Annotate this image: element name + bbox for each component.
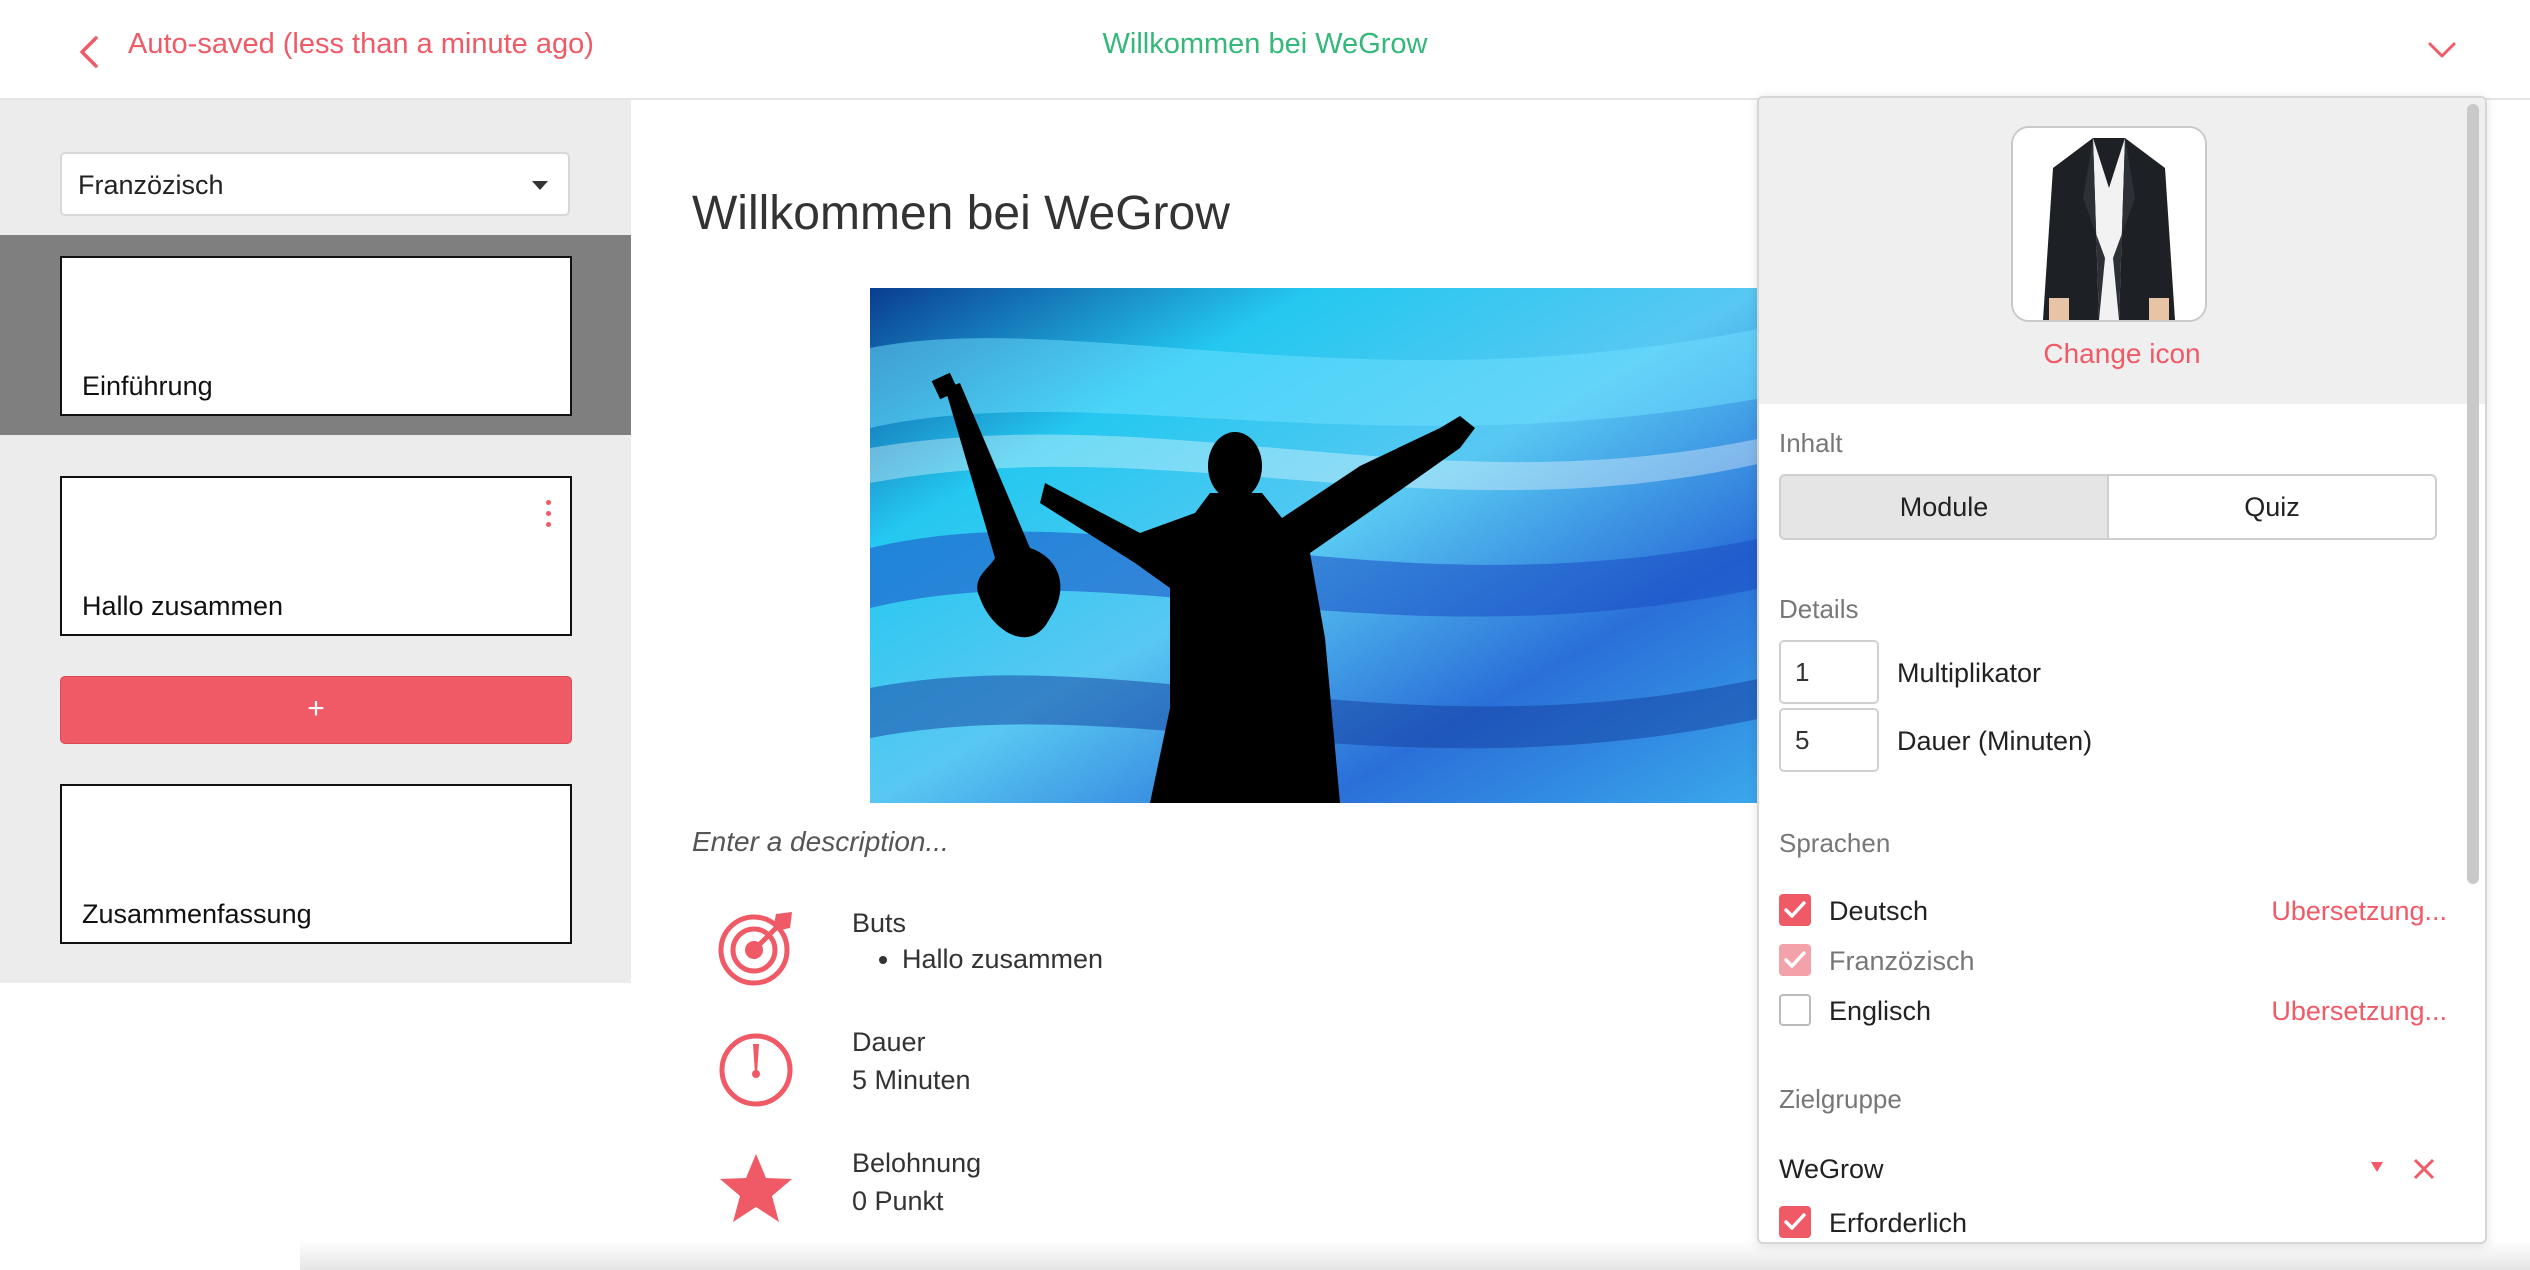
description-input[interactable]: Enter a description... [692, 826, 949, 858]
goals-heading: Buts [852, 908, 907, 938]
change-icon-link[interactable]: Change icon [1759, 338, 2485, 370]
module-title[interactable]: Willkommen bei WeGrow [692, 186, 1230, 241]
language-checkbox-franzoezisch [1779, 944, 1811, 976]
star-icon [720, 1154, 792, 1222]
language-label-franzoezisch: Franzözisch [1829, 946, 1975, 976]
target-group-section-label: Zielgruppe [1779, 1084, 1902, 1114]
more-options-icon[interactable] [544, 500, 552, 534]
module-icon-image[interactable] [2011, 126, 2207, 322]
chapter-card-hello[interactable]: Hallo zusammen [60, 476, 572, 636]
languages-section-label: Sprachen [1779, 828, 1891, 858]
panel-scrollbar[interactable] [2467, 104, 2479, 884]
target-icon [718, 912, 792, 986]
language-checkbox-deutsch[interactable] [1779, 894, 1811, 926]
language-checkbox-englisch[interactable] [1779, 994, 1811, 1026]
language-select-value: Franzözisch [78, 170, 224, 200]
chapter-card-intro[interactable]: Einführung [60, 256, 572, 416]
goal-item: Hallo zusammen [902, 944, 1103, 975]
chapter-card-label: Zusammenfassung [82, 899, 312, 929]
target-group-value[interactable]: WeGrow [1779, 1154, 1884, 1185]
language-label-deutsch: Deutsch [1829, 896, 1929, 926]
page-header-title: Willkommen bei WeGrow [1102, 28, 1428, 60]
multiplier-input[interactable]: 1 [1779, 640, 1879, 704]
content-option-quiz[interactable]: Quiz [2107, 474, 2437, 540]
settings-panel: Change icon Inhalt Module Quiz Details 1… [1757, 96, 2487, 1244]
required-label: Erforderlich [1829, 1208, 1968, 1238]
chapter-card-label: Hallo zusammen [82, 591, 284, 621]
suit-jacket-image [2013, 128, 2205, 320]
duration-input[interactable]: 5 [1779, 708, 1879, 772]
duration-minutes-label: Dauer (Minuten) [1897, 726, 2093, 756]
dropdown-arrow-icon[interactable] [2369, 1160, 2385, 1174]
goals-list: Hallo zusammen [852, 944, 1103, 975]
timer-icon [719, 1033, 793, 1107]
chapter-card-label: Einführung [82, 371, 213, 401]
bottom-shadow [300, 1240, 2530, 1270]
reward-value: 0 Punkt [852, 1186, 944, 1216]
chevron-down-icon[interactable] [2426, 34, 2458, 66]
top-bar: Auto-saved (less than a minute ago) Will… [0, 0, 2530, 100]
chapter-card-summary[interactable]: Zusammenfassung [60, 784, 572, 944]
add-chapter-button[interactable]: + [60, 676, 572, 744]
caret-down-icon [532, 181, 548, 190]
translate-link-deutsch[interactable]: Ubersetzung... [2271, 896, 2447, 927]
details-section-label: Details [1779, 594, 1859, 624]
multiplier-label: Multiplikator [1897, 658, 2042, 688]
content-section-label: Inhalt [1779, 428, 1843, 458]
duration-value: 5 Minuten [852, 1065, 971, 1095]
remove-icon[interactable] [2411, 1156, 2437, 1182]
language-select[interactable]: Franzözisch [60, 152, 570, 216]
hero-image[interactable] [870, 288, 1762, 803]
translate-link-englisch[interactable]: Ubersetzung... [2271, 996, 2447, 1027]
content-option-module[interactable]: Module [1779, 474, 2109, 540]
language-label-englisch: Englisch [1829, 996, 1932, 1026]
reward-heading: Belohnung [852, 1148, 982, 1178]
required-checkbox[interactable] [1779, 1206, 1811, 1238]
duration-heading: Dauer [852, 1027, 926, 1057]
